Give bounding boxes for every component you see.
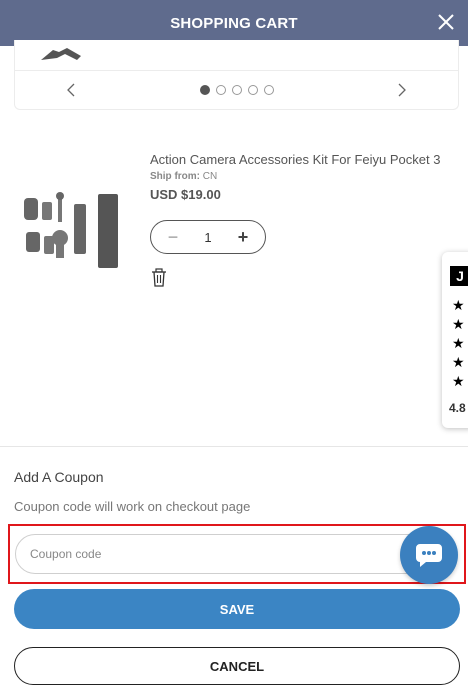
star-icon: ★: [452, 373, 465, 389]
tripod-thumbnail[interactable]: [37, 46, 87, 66]
increase-quantity-button[interactable]: +: [235, 227, 251, 248]
product-info: Action Camera Accessories Kit For Feiyu …: [150, 152, 460, 293]
product-image[interactable]: [22, 190, 124, 270]
product-title[interactable]: Action Camera Accessories Kit For Feiyu …: [150, 152, 460, 168]
cart-title: SHOPPING CART: [170, 14, 298, 32]
star-icon: ★: [452, 316, 465, 332]
coupon-code-input[interactable]: [15, 534, 455, 574]
product-price: USD $19.00: [150, 187, 221, 202]
cart-item: Action Camera Accessories Kit For Feiyu …: [14, 148, 459, 308]
coupon-title: Add A Coupon: [14, 469, 104, 485]
chevron-left-icon[interactable]: [65, 83, 77, 97]
star-icon: ★: [452, 354, 465, 370]
quantity-stepper: − 1 +: [150, 220, 266, 254]
save-button[interactable]: SAVE: [14, 589, 460, 629]
close-icon[interactable]: [434, 10, 458, 34]
carousel-dot[interactable]: [263, 85, 274, 95]
carousel-dot[interactable]: [199, 85, 210, 95]
coupon-hint: Coupon code will work on checkout page: [14, 499, 251, 514]
carousel-nav: [15, 71, 458, 109]
trash-icon[interactable]: [150, 268, 168, 288]
carousel-dot[interactable]: [231, 85, 242, 95]
ship-value: CN: [202, 171, 218, 182]
ship-label: Ship from:: [150, 171, 200, 182]
star-icon: ★: [452, 335, 465, 351]
decrease-quantity-button[interactable]: −: [165, 227, 181, 248]
carousel-dots: [199, 85, 274, 95]
ship-from: Ship from: CN: [150, 171, 460, 182]
chat-icon: [416, 544, 442, 567]
reviews-tab[interactable]: J ★ ★ ★ ★ ★ 4.8: [442, 252, 468, 428]
star-icon: ★: [452, 297, 465, 313]
chevron-right-icon[interactable]: [396, 83, 408, 97]
recommendation-carousel: [14, 40, 459, 110]
coupon-panel: Add A Coupon Coupon code will work on ch…: [0, 446, 468, 700]
cart-drawer: SHOPPING CART Action Camera Accessories …: [0, 0, 468, 700]
reviews-logo: J: [450, 266, 468, 286]
review-score: 4.8: [449, 401, 466, 415]
chat-button[interactable]: [400, 526, 458, 584]
cancel-button[interactable]: CANCEL: [14, 647, 460, 685]
carousel-dot[interactable]: [215, 85, 226, 95]
quantity-value: 1: [204, 229, 212, 245]
carousel-dot[interactable]: [247, 85, 258, 95]
